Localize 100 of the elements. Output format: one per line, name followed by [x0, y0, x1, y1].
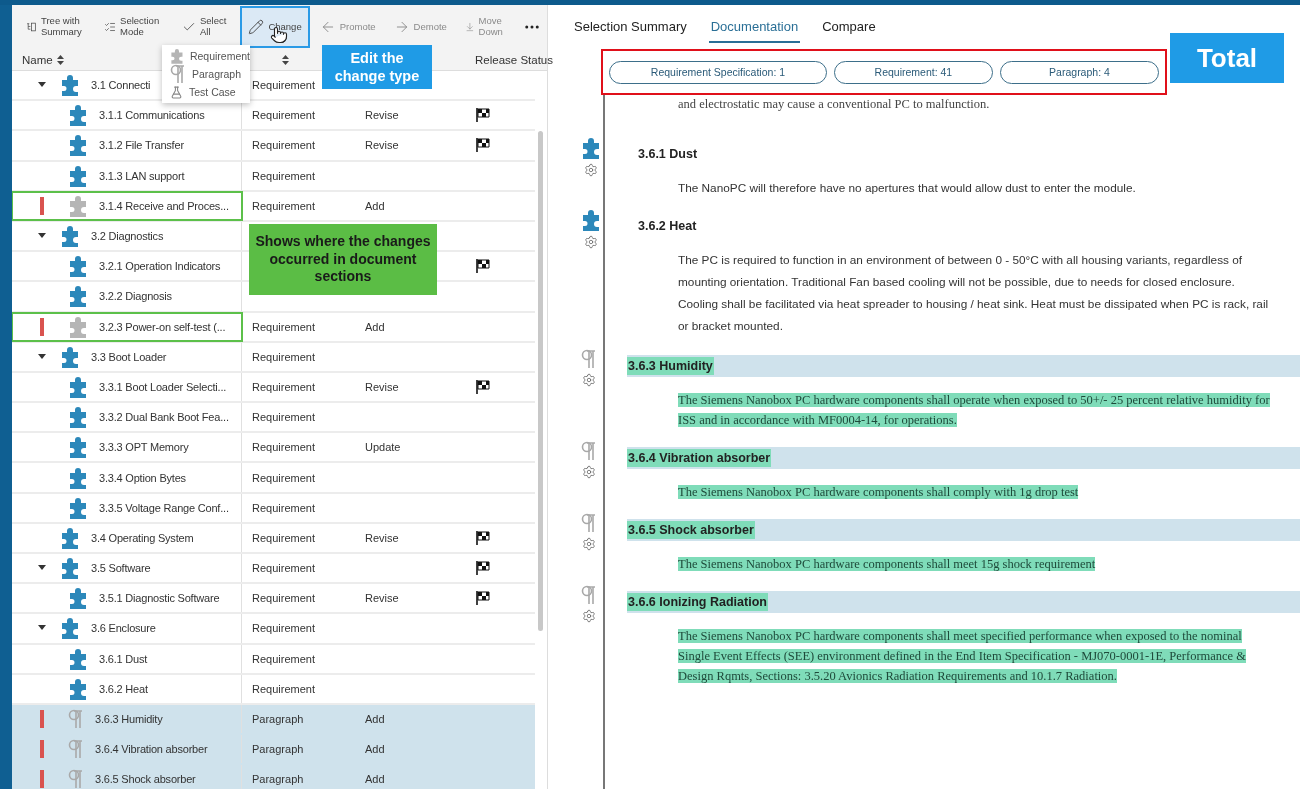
paragraph-text: The PC is required to function in an environment of between 0 - 50°C with all housing variants, regardless of mounting orientation. Traditional Fan based cooling will not be possible, due to needs for closed enclosure. Cooling shall be facilitated via heat spreader to housing / heat sink. Heat must be dissipated when PC is rack, rail or bracket mounted.: [678, 252, 1270, 335]
item-name: 3.1.4 Receive and Proces...: [99, 199, 229, 212]
puzzle-icon: [581, 137, 601, 159]
puzzle-icon: [68, 104, 88, 127]
settings-icon[interactable]: [584, 163, 598, 177]
settings-icon[interactable]: [582, 465, 596, 479]
tree-row[interactable]: 3.3 Boot Loader Requirement: [12, 342, 535, 373]
puzzle-icon: [68, 436, 88, 459]
count-chip[interactable]: Requirement Specification: 1: [609, 60, 827, 84]
settings-icon[interactable]: [582, 373, 596, 387]
tree-row[interactable]: 3.6.2 Heat Requirement: [12, 674, 535, 705]
puzzle-icon: [68, 375, 88, 398]
toolbar-button[interactable]: Change: [240, 6, 310, 48]
tree-row[interactable]: 3.1.4 Receive and Proces... Requirement Add: [12, 191, 535, 222]
callout: Total: [1170, 33, 1284, 83]
item-type: Requirement: [252, 109, 315, 122]
item-type: Requirement: [252, 471, 315, 484]
tree-row[interactable]: 3.3.2 Dual Bank Boot Fea... Requirement: [12, 403, 535, 434]
item-type: Requirement: [252, 199, 315, 212]
paragraph-icon: [68, 769, 84, 789]
checkered-flag-icon: [475, 107, 491, 124]
tree-row[interactable]: 3.2.3 Power-on self-test (... Requirement Add: [12, 312, 535, 343]
item-type: Requirement: [252, 562, 315, 575]
item-name: 3.1.1 Communications: [99, 109, 205, 122]
settings-icon[interactable]: [582, 537, 596, 551]
toolbar-button[interactable]: Selection Mode: [96, 13, 172, 41]
caret-icon[interactable]: [38, 565, 46, 572]
sort-icon[interactable]: [56, 54, 64, 65]
tree-row[interactable]: 3.6.4 Vibration absorber Paragraph Add: [12, 735, 535, 766]
checkered-flag-icon: [475, 560, 491, 577]
checkered-flag-icon: [475, 590, 491, 607]
menu-item[interactable]: Requirement: [162, 47, 250, 65]
caret-icon[interactable]: [38, 82, 46, 89]
puzzle-icon: [68, 677, 88, 700]
section-heading: 3.6.1 Dust: [637, 146, 699, 163]
tree-row[interactable]: 3.6.5 Shock absorber Paragraph Add: [12, 765, 535, 789]
item-type: Requirement: [252, 139, 315, 152]
callout-tooltip: Edit the change type: [322, 45, 432, 89]
tree-row[interactable]: 3.6 Enclosure Requirement: [12, 614, 535, 645]
toolbar-button[interactable]: Select All: [174, 13, 239, 41]
item-name: 3.6.2 Heat: [99, 682, 148, 695]
puzzle-icon: [60, 225, 80, 248]
tab[interactable]: Documentation: [708, 19, 801, 43]
tree-row[interactable]: 3.3.4 Option Bytes Requirement: [12, 463, 535, 494]
toolbar-button[interactable]: Tree with Summary: [18, 13, 94, 41]
tree-row[interactable]: 3.4 Operating System Requirement Revise: [12, 523, 535, 554]
tree-row[interactable]: 3.3.5 Voltage Range Conf... Requirement: [12, 493, 535, 524]
change-type: Revise: [365, 139, 399, 152]
caret-icon[interactable]: [38, 353, 46, 360]
item-name: 3.3.3 OPT Memory: [99, 441, 189, 454]
tree-row[interactable]: 3.1.1 Communications Requirement Revise: [12, 101, 535, 132]
item-type: Requirement: [252, 320, 315, 333]
tree-row[interactable]: 3.1.3 LAN support Requirement: [12, 161, 535, 192]
item-type: Requirement: [252, 350, 315, 363]
tree-row[interactable]: 3.6.1 Dust Requirement: [12, 644, 535, 675]
section-heading: 3.6.2 Heat: [637, 218, 698, 235]
item-type: Requirement: [252, 411, 315, 424]
change-type: Add: [365, 320, 385, 333]
item-name: 3.5 Software: [91, 562, 151, 575]
caret-icon[interactable]: [38, 625, 46, 632]
tree-row[interactable]: 3.3.1 Boot Loader Selecti... Requirement Revise: [12, 372, 535, 404]
tab[interactable]: Compare: [820, 19, 878, 43]
item-name: 3.1 Connecti: [91, 79, 151, 92]
item-name: 3.4 Operating System: [91, 531, 194, 544]
column-header[interactable]: Release Status: [475, 53, 553, 66]
tree-row[interactable]: 3.5.1 Diagnostic Software Requirement Revise: [12, 584, 535, 615]
settings-icon[interactable]: [582, 609, 596, 623]
item-type: Paragraph: [252, 743, 304, 756]
sort-icon[interactable]: [282, 54, 289, 65]
column-header[interactable]: Name: [22, 53, 53, 66]
pencil-icon: [248, 19, 265, 35]
section-heading: 3.6.6 Ionizing Radiation: [627, 593, 768, 611]
tab[interactable]: Selection Summary: [572, 19, 689, 43]
item-type: Paragraph: [252, 773, 304, 786]
item-name: 3.6 Enclosure: [91, 622, 156, 635]
menu-item[interactable]: Test Case: [162, 83, 250, 101]
puzzle-icon: [68, 647, 88, 670]
item-type: Requirement: [252, 380, 315, 393]
tree-row[interactable]: 3.6.3 Humidity Paragraph Add: [12, 704, 535, 736]
scrollbar-thumb[interactable]: [538, 131, 543, 631]
caret-icon[interactable]: [38, 233, 46, 240]
paragraph-icon: [581, 513, 597, 533]
item-type: Requirement: [252, 441, 315, 454]
paragraph-text: The NanoPC will therefore have no apertures that would allow dust to enter the module.: [678, 180, 1137, 197]
item-name: 3.6.4 Vibration absorber: [95, 743, 208, 756]
tree-row[interactable]: 3.1.2 File Transfer Requirement Revise: [12, 131, 535, 162]
settings-icon[interactable]: [584, 235, 598, 249]
paragraph-icon: [68, 709, 84, 730]
paragraph-text: The Siemens Nanobox PC hardware components shall comply with 1g drop test: [678, 484, 1080, 501]
flask-icon: [170, 85, 183, 99]
count-chip[interactable]: Paragraph: 4: [999, 60, 1159, 84]
paragraph-icon: [581, 585, 597, 605]
section-heading: 3.6.5 Shock absorber: [627, 521, 755, 539]
paragraph-text: The Siemens Nanobox PC hardware components shall operate when exposed to 50+/- 25 percent relative humidity for ISS and in accordance with MF0004-14, for operations.: [678, 392, 1271, 429]
tree-row[interactable]: 3.3.3 OPT Memory Requirement Update: [12, 433, 535, 464]
paragraph-icon: [68, 739, 84, 760]
puzzle-icon: [68, 194, 88, 217]
item-name: 3.6.3 Humidity: [95, 713, 163, 726]
tree-row[interactable]: 3.5 Software Requirement: [12, 554, 535, 585]
count-chip[interactable]: Requirement: 41: [833, 60, 993, 84]
